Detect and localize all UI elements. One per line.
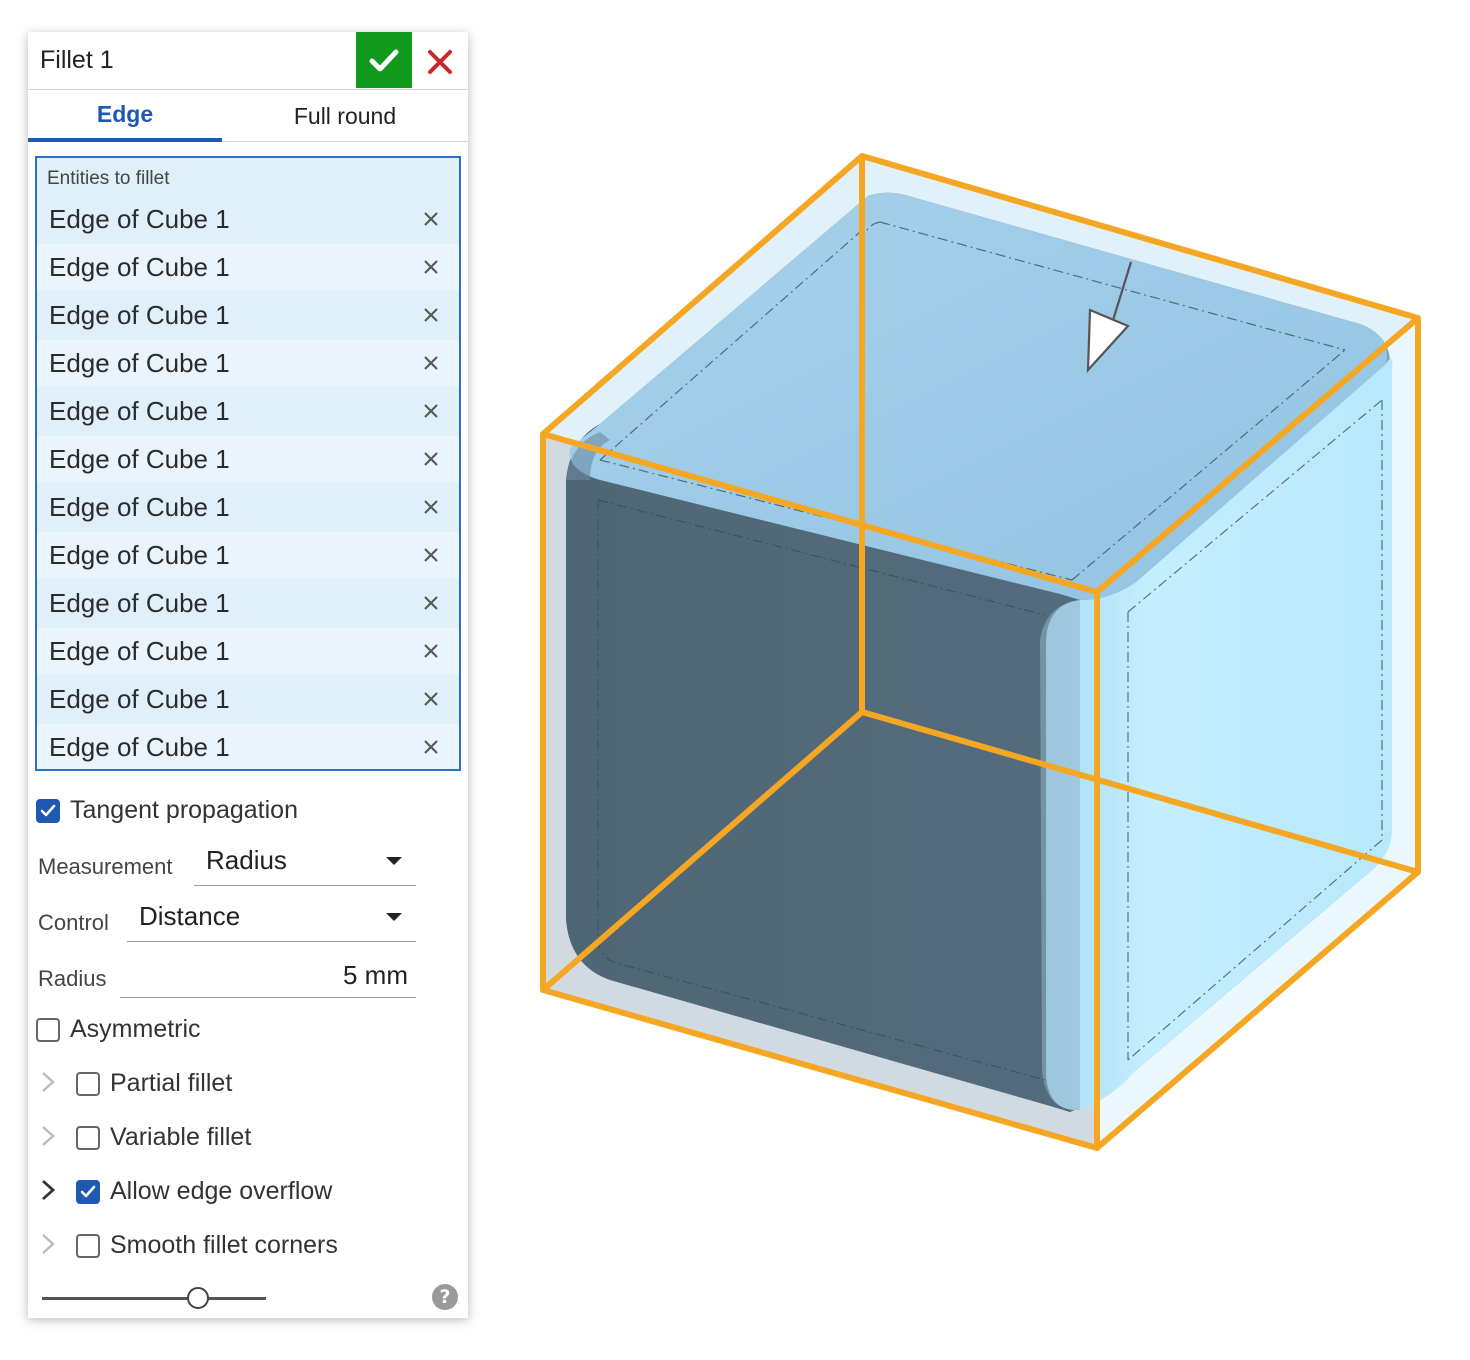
control-label: Control [38, 910, 109, 935]
remove-entity-icon[interactable] [421, 305, 441, 325]
tangent-propagation-label: Tangent propagation [70, 796, 298, 824]
entity-row[interactable]: Edge of Cube 1 [37, 532, 459, 578]
entity-row[interactable]: Edge of Cube 1 [37, 388, 459, 434]
entity-row[interactable]: Edge of Cube 1 [37, 196, 459, 242]
remove-entity-icon[interactable] [421, 257, 441, 277]
entity-row[interactable]: Edge of Cube 1 [37, 292, 459, 338]
entity-row[interactable]: Edge of Cube 1 [37, 436, 459, 482]
remove-entity-icon[interactable] [421, 545, 441, 565]
checkbox-check-icon [80, 1185, 96, 1197]
help-icon[interactable]: ? [432, 1284, 458, 1310]
fillet-type-tabs: Edge Full round [28, 90, 468, 142]
close-icon [428, 50, 452, 74]
partial-fillet-checkbox[interactable] [76, 1071, 100, 1096]
preview-slider-thumb[interactable] [187, 1287, 209, 1309]
dialog-title: Fillet 1 [40, 46, 114, 74]
accept-button[interactable] [356, 32, 412, 88]
remove-entity-icon[interactable] [421, 401, 441, 421]
checkmark-icon [369, 49, 399, 72]
entity-label: Edge of Cube 1 [49, 539, 230, 570]
entity-label: Edge of Cube 1 [49, 635, 230, 666]
entity-label: Edge of Cube 1 [49, 299, 230, 330]
fillet-feature-dialog: Fillet 1 Edge Full round Entities to fil… [28, 32, 468, 1318]
remove-entity-icon[interactable] [421, 497, 441, 517]
measurement-value: Radius [206, 845, 287, 875]
measurement-label: Measurement [38, 854, 173, 879]
radius-label: Radius [38, 966, 107, 991]
entity-row[interactable]: Edge of Cube 1 [37, 244, 459, 290]
entity-label: Edge of Cube 1 [49, 347, 230, 378]
remove-entity-icon[interactable] [421, 641, 441, 661]
partial-fillet-label: Partial fillet [110, 1069, 233, 1097]
entities-selection-box[interactable]: Entities to fillet Edge of Cube 1 Edge of… [35, 156, 461, 771]
entity-row[interactable]: Edge of Cube 1 [37, 340, 459, 386]
remove-entity-icon[interactable] [421, 689, 441, 709]
variable-fillet-row[interactable]: Variable fillet [76, 1123, 251, 1152]
entity-label: Edge of Cube 1 [49, 443, 230, 474]
checkbox-check-icon [40, 804, 56, 816]
allow-edge-overflow-row[interactable]: Allow edge overflow [76, 1177, 332, 1206]
chevron-right-icon[interactable] [38, 1124, 58, 1148]
remove-entity-icon[interactable] [421, 449, 441, 469]
radius-input[interactable]: 5 mm [120, 952, 416, 998]
entity-label: Edge of Cube 1 [49, 203, 230, 234]
entity-label: Edge of Cube 1 [49, 683, 230, 714]
entity-row[interactable]: Edge of Cube 1 [37, 724, 459, 769]
cancel-button[interactable] [420, 42, 460, 82]
smooth-fillet-corners-label: Smooth fillet corners [110, 1231, 338, 1259]
remove-entity-icon[interactable] [421, 593, 441, 613]
asymmetric-label: Asymmetric [70, 1015, 201, 1043]
asymmetric-checkbox[interactable] [36, 1017, 60, 1042]
allow-edge-overflow-label: Allow edge overflow [110, 1177, 333, 1205]
smooth-fillet-corners-checkbox[interactable] [76, 1233, 100, 1258]
dialog-header: Fillet 1 [28, 32, 468, 90]
variable-fillet-label: Variable fillet [110, 1123, 252, 1151]
entity-label: Edge of Cube 1 [49, 251, 230, 282]
entity-row[interactable]: Edge of Cube 1 [37, 580, 459, 626]
variable-fillet-checkbox[interactable] [76, 1125, 100, 1150]
chevron-right-icon[interactable] [38, 1070, 58, 1094]
asymmetric-row[interactable]: Asymmetric [36, 1015, 201, 1044]
entity-row[interactable]: Edge of Cube 1 [37, 676, 459, 722]
entity-label: Edge of Cube 1 [49, 587, 230, 618]
entities-label: Entities to fillet [47, 168, 170, 189]
chevron-right-icon[interactable] [38, 1178, 58, 1202]
entity-label: Edge of Cube 1 [49, 731, 230, 762]
dropdown-caret-icon [386, 913, 402, 921]
chevron-right-icon[interactable] [38, 1232, 58, 1256]
measurement-select[interactable]: Radius [194, 840, 416, 886]
tab-full-round[interactable]: Full round [222, 90, 468, 142]
entity-row[interactable]: Edge of Cube 1 [37, 484, 459, 530]
remove-entity-icon[interactable] [421, 353, 441, 373]
tangent-propagation-row[interactable]: Tangent propagation [36, 796, 298, 825]
entity-label: Edge of Cube 1 [49, 395, 230, 426]
allow-edge-overflow-checkbox[interactable] [76, 1179, 100, 1204]
tangent-propagation-checkbox[interactable] [36, 798, 60, 823]
entity-label: Edge of Cube 1 [49, 491, 230, 522]
remove-entity-icon[interactable] [421, 209, 441, 229]
tab-edge[interactable]: Edge [28, 90, 222, 142]
control-value: Distance [139, 901, 241, 931]
control-select[interactable]: Distance [127, 896, 416, 942]
preview-slider-track[interactable] [42, 1297, 266, 1300]
remove-entity-icon[interactable] [421, 737, 441, 757]
entity-row[interactable]: Edge of Cube 1 [37, 628, 459, 674]
partial-fillet-row[interactable]: Partial fillet [76, 1069, 232, 1098]
radius-value: 5 mm [343, 960, 408, 990]
smooth-fillet-corners-row[interactable]: Smooth fillet corners [76, 1231, 338, 1260]
dropdown-caret-icon [386, 857, 402, 865]
